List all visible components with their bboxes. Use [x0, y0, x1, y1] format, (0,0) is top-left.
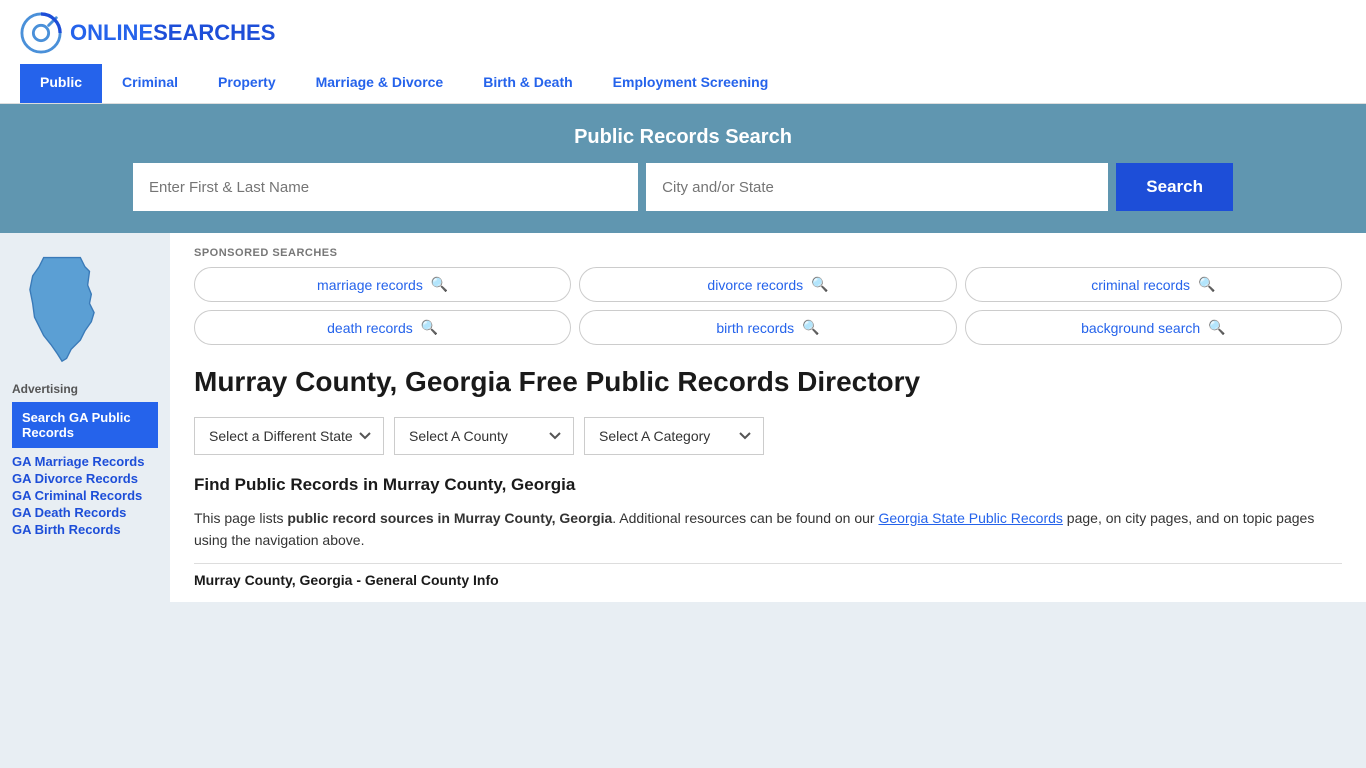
pill-divorce-label: divorce records — [707, 277, 803, 293]
desc-bold: public record sources in Murray County, … — [287, 510, 612, 526]
logo-icon — [20, 12, 62, 54]
pill-background-search[interactable]: background search 🔍 — [965, 310, 1342, 345]
sidebar-link-death[interactable]: GA Death Records — [12, 505, 158, 520]
georgia-map — [12, 253, 158, 366]
pill-birth-label: birth records — [716, 320, 794, 336]
search-banner: Public Records Search Search — [0, 104, 1366, 233]
page-heading: Murray County, Georgia Free Public Recor… — [194, 365, 1342, 399]
main-container: Advertising Search GA Public Records GA … — [0, 233, 1366, 602]
search-form: Search — [133, 163, 1233, 211]
nav-item-criminal[interactable]: Criminal — [102, 64, 198, 103]
pill-background-label: background search — [1081, 320, 1200, 336]
sidebar-link-marriage[interactable]: GA Marriage Records — [12, 454, 158, 469]
pill-criminal-records[interactable]: criminal records 🔍 — [965, 267, 1342, 302]
county-dropdown[interactable]: Select A County — [394, 417, 574, 455]
nav-item-employment[interactable]: Employment Screening — [593, 64, 789, 103]
dropdowns-row: Select a Different State Select A County… — [194, 417, 1342, 455]
nav-item-property[interactable]: Property — [198, 64, 296, 103]
pill-death-records[interactable]: death records 🔍 — [194, 310, 571, 345]
search-button[interactable]: Search — [1116, 163, 1233, 211]
pill-death-label: death records — [327, 320, 413, 336]
nav-item-public[interactable]: Public — [20, 64, 102, 103]
main-nav: Public Criminal Property Marriage & Divo… — [20, 64, 1346, 103]
pill-search-icon-5: 🔍 — [1208, 319, 1225, 336]
ad-highlighted[interactable]: Search GA Public Records — [12, 402, 158, 448]
header-top: ONLINESEARCHES — [20, 12, 1346, 54]
pill-search-icon-0: 🔍 — [431, 276, 448, 293]
sidebar-link-criminal[interactable]: GA Criminal Records — [12, 488, 158, 503]
pill-criminal-label: criminal records — [1091, 277, 1190, 293]
pill-search-icon-3: 🔍 — [421, 319, 438, 336]
logo[interactable]: ONLINESEARCHES — [20, 12, 275, 54]
logo-text: ONLINESEARCHES — [70, 20, 275, 46]
sidebar-links: GA Marriage Records GA Divorce Records G… — [12, 454, 158, 537]
name-input[interactable] — [133, 163, 638, 211]
category-dropdown[interactable]: Select A Category — [584, 417, 764, 455]
sidebar-link-birth[interactable]: GA Birth Records — [12, 522, 158, 537]
georgia-map-svg — [12, 253, 112, 363]
desc-part2: . Additional resources can be found on o… — [612, 510, 878, 526]
advertising-label: Advertising — [12, 382, 158, 396]
pill-search-icon-4: 🔍 — [802, 319, 819, 336]
pill-birth-records[interactable]: birth records 🔍 — [579, 310, 956, 345]
nav-item-birth-death[interactable]: Birth & Death — [463, 64, 592, 103]
sponsored-grid: marriage records 🔍 divorce records 🔍 cri… — [194, 267, 1342, 345]
content-area: SPONSORED SEARCHES marriage records 🔍 di… — [170, 233, 1366, 602]
site-header: ONLINESEARCHES Public Criminal Property … — [0, 0, 1366, 104]
search-banner-title: Public Records Search — [30, 126, 1336, 149]
desc-link[interactable]: Georgia State Public Records — [878, 510, 1062, 526]
pill-marriage-label: marriage records — [317, 277, 423, 293]
pill-marriage-records[interactable]: marriage records 🔍 — [194, 267, 571, 302]
pill-search-icon-2: 🔍 — [1198, 276, 1215, 293]
nav-item-marriage-divorce[interactable]: Marriage & Divorce — [296, 64, 464, 103]
desc-part1: This page lists — [194, 510, 287, 526]
state-dropdown[interactable]: Select a Different State — [194, 417, 384, 455]
find-heading: Find Public Records in Murray County, Ge… — [194, 475, 1342, 495]
sidebar: Advertising Search GA Public Records GA … — [0, 233, 170, 602]
description-text: This page lists public record sources in… — [194, 507, 1342, 552]
pill-search-icon-1: 🔍 — [811, 276, 828, 293]
section-title: Murray County, Georgia - General County … — [194, 563, 1342, 588]
sponsored-label: SPONSORED SEARCHES — [194, 247, 1342, 259]
sidebar-link-divorce[interactable]: GA Divorce Records — [12, 471, 158, 486]
pill-divorce-records[interactable]: divorce records 🔍 — [579, 267, 956, 302]
location-input[interactable] — [646, 163, 1108, 211]
